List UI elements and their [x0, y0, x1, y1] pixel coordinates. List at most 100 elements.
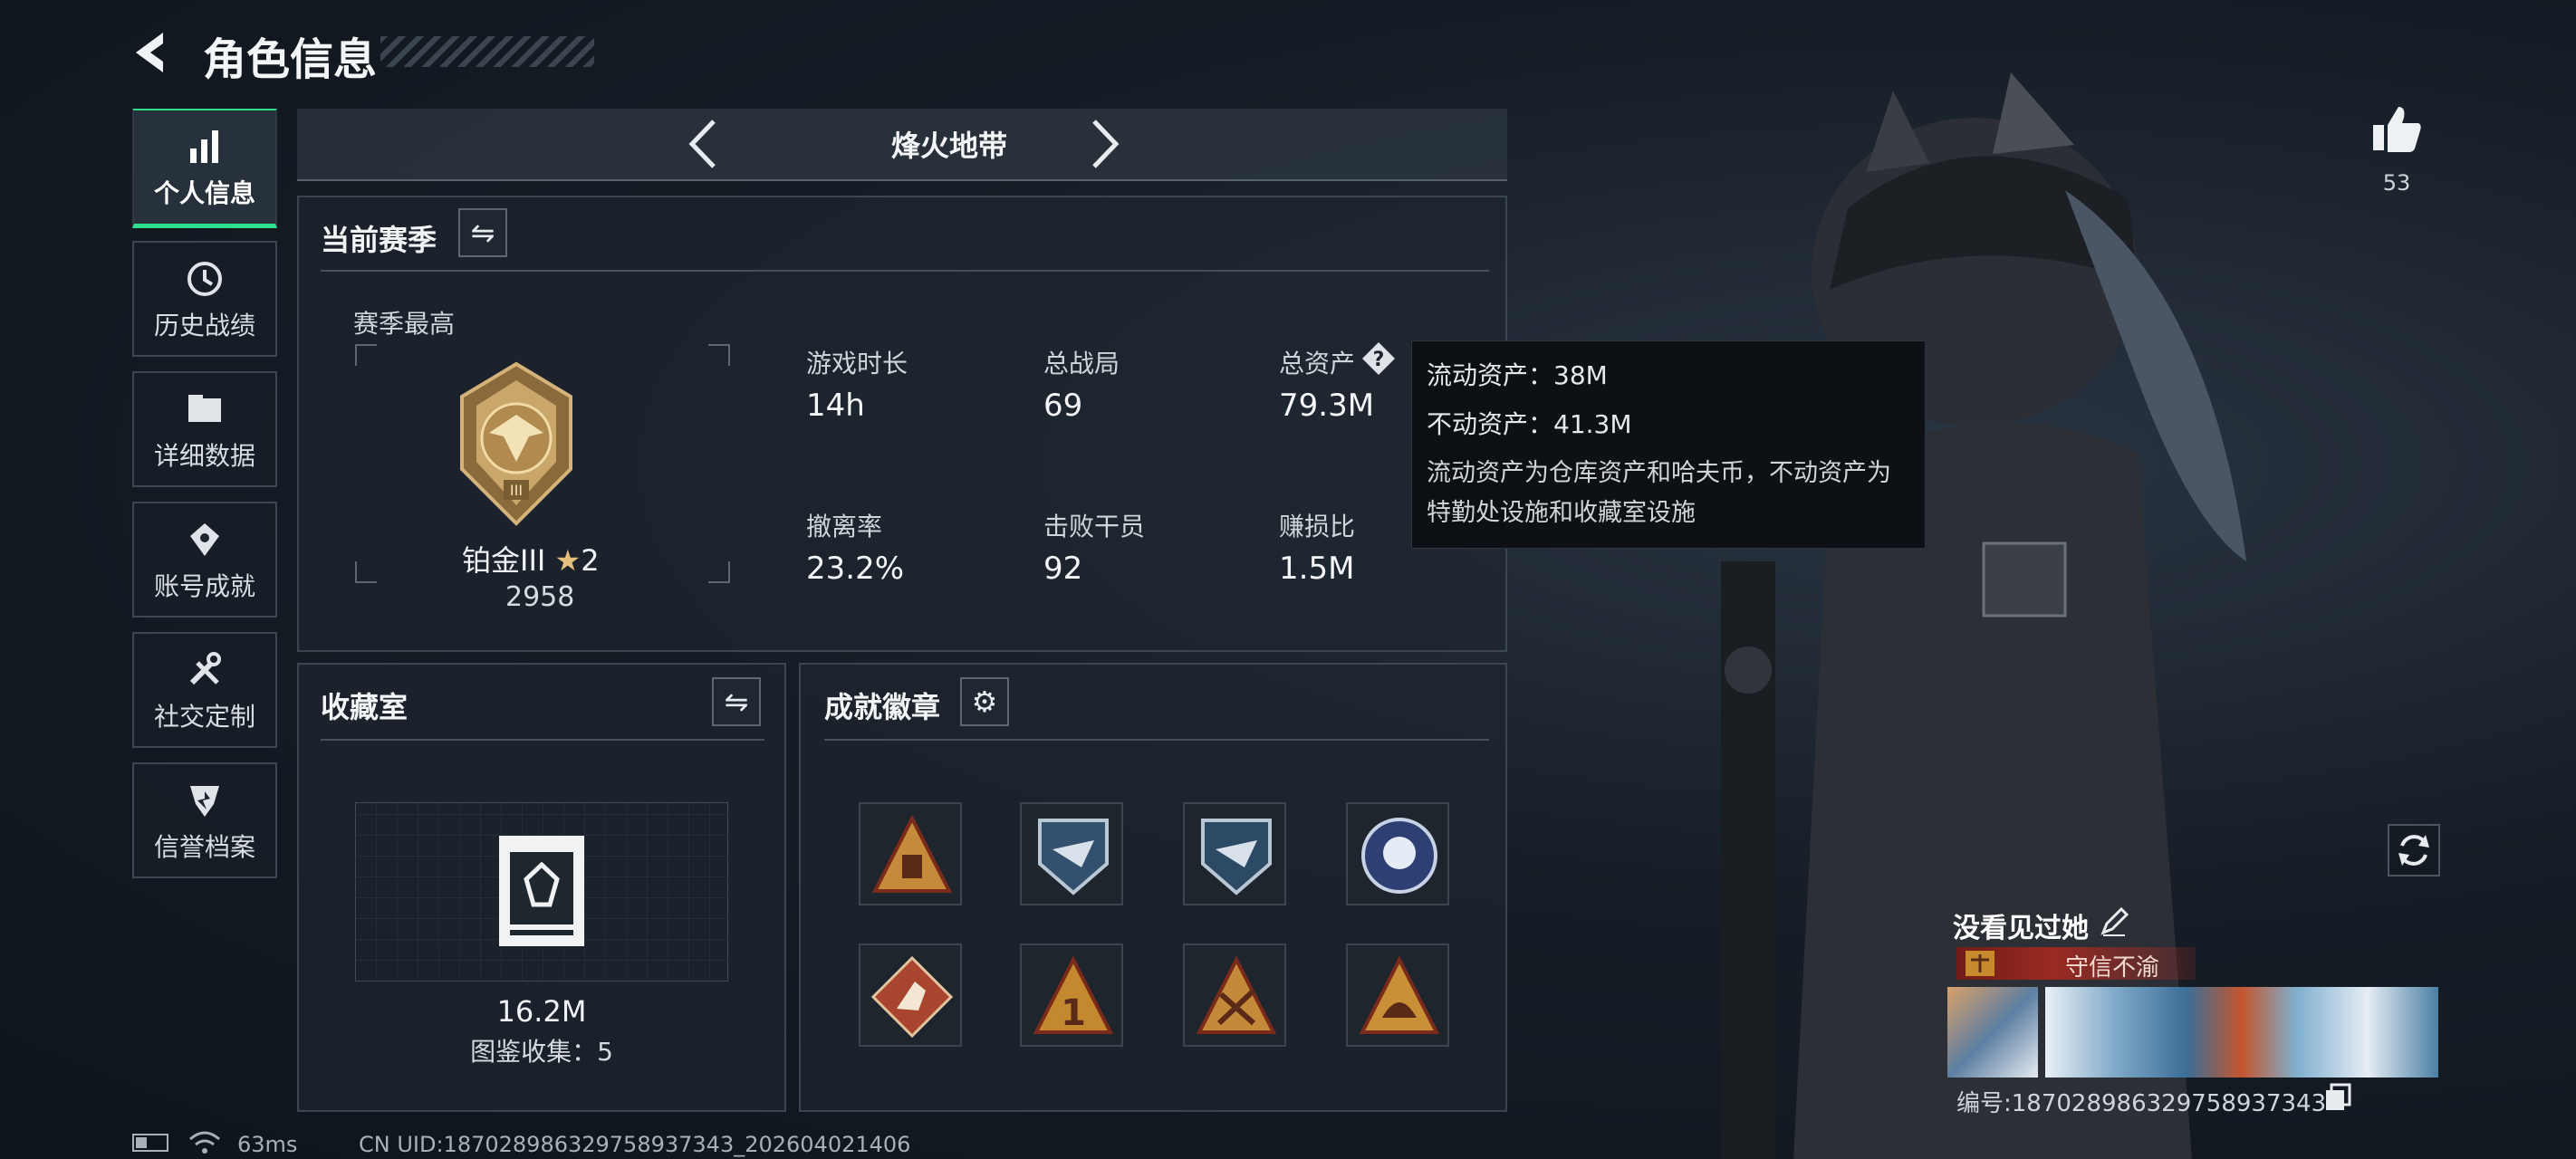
player-name-text: 没看见过她 [1953, 913, 2089, 944]
mode-label: 烽火地带 [890, 129, 1007, 163]
copy-icon [2326, 1083, 2351, 1110]
rotate-button[interactable] [2388, 824, 2440, 876]
gear-icon: ⚙ [971, 685, 998, 719]
stat-kills-value: 92 [1043, 551, 1083, 587]
like-button[interactable] [2369, 101, 2424, 156]
help-diamond-icon: ? [1362, 342, 1395, 375]
shield-icon [190, 786, 219, 817]
collection-title: 收藏室 [321, 690, 409, 724]
wifi-icon [189, 1131, 220, 1154]
badge-triangle-helmet[interactable] [1346, 943, 1449, 1047]
mode-prev-button[interactable] [681, 116, 725, 172]
display-case-icon [499, 836, 584, 946]
sidebar-item-label: 个人信息 [153, 178, 255, 208]
achievement-icon [190, 523, 219, 556]
rank-emblem-icon: III [460, 361, 572, 526]
stat-assets-label: 总资产 [1279, 349, 1356, 378]
rank-score: 2958 [505, 581, 575, 613]
player-banner [1947, 987, 2438, 1078]
player-id-text: 编号:18702898632975893734​3 [1956, 1090, 2327, 1117]
copy-id-button[interactable] [2324, 1083, 2351, 1112]
sidebar-item-reputation[interactable]: 信誉档案 [132, 762, 277, 878]
tooltip-liquid-assets: 流动资产：38M [1427, 360, 1608, 390]
rank-frame-corner [708, 561, 730, 583]
sidebar-item-achievements[interactable]: 账号成就 [132, 502, 277, 618]
swap-icon: ⇋ [470, 216, 495, 250]
rank-frame-corner [708, 344, 730, 366]
rank-frame-corner [355, 344, 377, 366]
assets-help-button[interactable]: ? [1360, 340, 1397, 377]
title-stripe-decoration [380, 36, 594, 67]
ping-text: 63ms [237, 1132, 298, 1157]
sidebar-item-profile[interactable]: 个人信息 [132, 109, 277, 228]
badge-round-emblem[interactable] [1346, 802, 1449, 905]
folder-icon [188, 395, 221, 422]
battery-icon [132, 1134, 168, 1152]
sidebar-item-details[interactable]: 详细数据 [132, 371, 277, 487]
season-best-label: 赛季最高 [353, 309, 456, 339]
stat-profit-value: 1.5M [1279, 551, 1355, 587]
page-title: 角色信息 [203, 34, 378, 85]
badge-eagle-shield[interactable] [1020, 802, 1123, 905]
collection-preview[interactable] [355, 802, 728, 982]
back-arrow-icon [136, 33, 163, 72]
uid-text: CN UID:18702898632975893734​3_2026040214… [359, 1132, 911, 1157]
sidebar-item-label: 详细数据 [153, 441, 255, 471]
svg-text:1: 1 [1061, 992, 1086, 1034]
rank-name-text: 铂金III [462, 543, 546, 578]
banner-dragon-art [2045, 987, 2438, 1078]
collection-swap-button[interactable]: ⇋ [712, 677, 761, 726]
stat-playtime-label: 游戏时长 [806, 349, 908, 378]
season-divider [321, 270, 1489, 272]
stat-matches-label: 总战局 [1043, 349, 1120, 378]
stat-profit-label: 赚损比 [1279, 512, 1356, 541]
badge-triangle-one[interactable]: 1 [1020, 943, 1123, 1047]
rank-name: 铂金III ★2 [462, 538, 600, 580]
tooltip-description: 流动资产为仓库资产和哈夫币，不动资产为特勤处设施和收藏室设施 [1427, 459, 1891, 527]
scales-icon [1966, 951, 1994, 976]
badge-triangle-crossed[interactable] [1183, 943, 1286, 1047]
season-swap-button[interactable]: ⇋ [458, 208, 507, 257]
star-icon: ★ [554, 543, 582, 578]
thumbs-up-icon [2373, 107, 2421, 152]
player-title-text: 守信不渝 [2065, 954, 2160, 982]
badge-diamond-runner[interactable] [859, 943, 962, 1047]
collection-catalog: 图鉴收集：5 [470, 1037, 613, 1067]
rank-frame-corner [355, 561, 377, 583]
back-button[interactable] [127, 27, 181, 78]
player-id: 编号:18702898632975893734​3 [1956, 1085, 2326, 1118]
sidebar-item-label: 信誉档案 [153, 832, 255, 862]
stat-extract-value: 23.2% [806, 551, 905, 587]
sidebar-item-history[interactable]: 历史战绩 [132, 241, 277, 357]
season-title: 当前赛季 [321, 223, 437, 257]
achievements-settings-button[interactable]: ⚙ [960, 677, 1009, 726]
svg-text:?: ? [1373, 349, 1385, 371]
stat-matches-value: 69 [1043, 388, 1083, 424]
edit-name-button[interactable] [2098, 905, 2130, 938]
sidebar-item-social[interactable]: 社交定制 [132, 632, 277, 748]
stat-kills-label: 击败干员 [1043, 512, 1146, 541]
sidebar-item-label: 社交定制 [153, 702, 255, 732]
assets-tooltip: 流动资产：38M 不动资产：41.3M 流动资产为仓库资产和哈夫币，不动资产为特… [1411, 340, 1926, 549]
rank-stars: 2 [581, 543, 600, 578]
stat-assets-value: 79.3M [1279, 388, 1375, 424]
history-icon [187, 262, 222, 296]
mode-next-button[interactable] [1083, 116, 1127, 172]
pencil-icon [2100, 906, 2129, 936]
sidebar-item-label: 账号成就 [153, 571, 255, 601]
stat-playtime-value: 14h [806, 388, 865, 424]
collection-value: 16.2M [496, 994, 587, 1029]
achievements-divider [824, 739, 1489, 741]
tools-icon [189, 652, 221, 685]
badge-triangle-gold[interactable] [859, 802, 962, 905]
tooltip-fixed-assets: 不动资产：41.3M [1427, 409, 1632, 439]
achievements-title: 成就徽章 [824, 690, 941, 724]
chevron-right-icon [1092, 120, 1120, 168]
chevron-left-icon [688, 120, 716, 168]
player-title-badge: 守信不渝 [1956, 947, 2196, 982]
badge-eagle-shield-2[interactable] [1183, 802, 1286, 905]
like-count: 53 [2382, 170, 2411, 196]
stat-extract-label: 撤离率 [806, 512, 883, 541]
bar-chart-icon [190, 130, 218, 163]
banner-avatar [1947, 987, 2038, 1078]
